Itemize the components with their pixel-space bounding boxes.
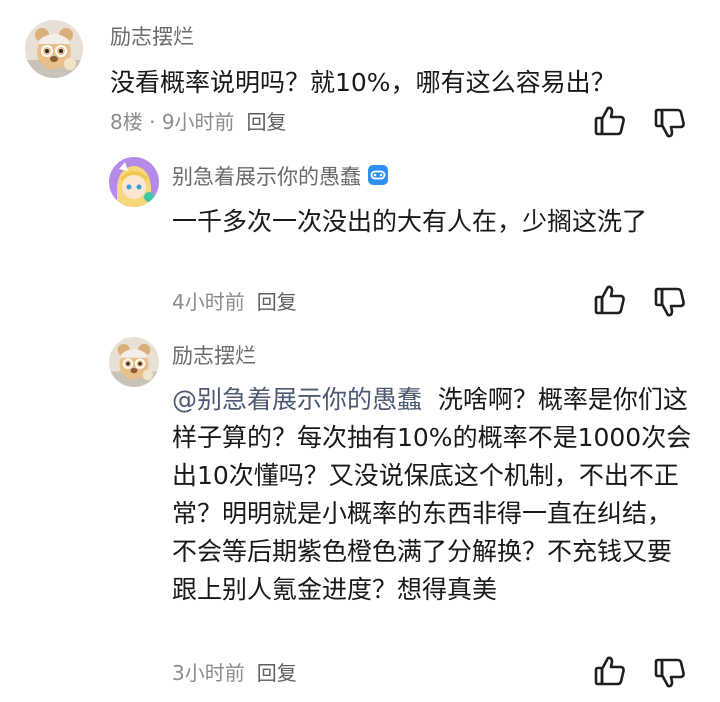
comment-text: @别急着展示你的愚蠢 洗啥啊？概率是你们这样子算的？每次抽有10%的概率不是10… [172, 381, 692, 609]
username: 别急着展示你的愚蠢 [172, 163, 389, 193]
thumbs-down-icon[interactable] [653, 656, 687, 690]
timestamp: 3小时前 [172, 661, 245, 685]
floor-number: 8楼 [110, 110, 143, 134]
comment-meta: 3小时前 回复 [172, 659, 297, 687]
comment-meta: 4小时前 回复 [172, 288, 297, 316]
comment-body: 洗啥啊？概率是你们这样子算的？每次抽有10%的概率不是1000次会出10次懂吗？… [172, 385, 692, 604]
thumbs-up-icon[interactable] [593, 104, 627, 138]
game-controller-badge-icon [367, 164, 389, 193]
comment-text: 一千多次一次没出的大有人在，少搁这洗了 [172, 207, 648, 236]
timestamp: 9小时前 [161, 110, 235, 134]
user-avatar[interactable] [25, 20, 83, 78]
username-text[interactable]: 别急着展示你的愚蠢 [172, 165, 361, 189]
username[interactable]: 励志摆烂 [110, 23, 194, 51]
username[interactable]: 励志摆烂 [172, 342, 256, 370]
reply-button[interactable]: 回复 [257, 290, 297, 314]
meta-separator: · [142, 110, 162, 134]
user-avatar[interactable] [109, 157, 159, 207]
thumbs-down-icon[interactable] [653, 106, 687, 140]
thumbs-up-icon[interactable] [593, 283, 627, 317]
reply-button[interactable]: 回复 [257, 661, 297, 685]
reply-button[interactable]: 回复 [247, 110, 287, 134]
thumbs-down-icon[interactable] [653, 285, 687, 319]
comment-meta: 8楼 · 9小时前 回复 [110, 108, 287, 136]
timestamp: 4小时前 [172, 290, 245, 314]
thumbs-up-icon[interactable] [593, 654, 627, 688]
user-avatar[interactable] [109, 337, 159, 387]
user-mention[interactable]: @别急着展示你的愚蠢 [172, 385, 422, 414]
comment-text: 没看概率说明吗？就10%，哪有这么容易出？ [110, 68, 616, 97]
